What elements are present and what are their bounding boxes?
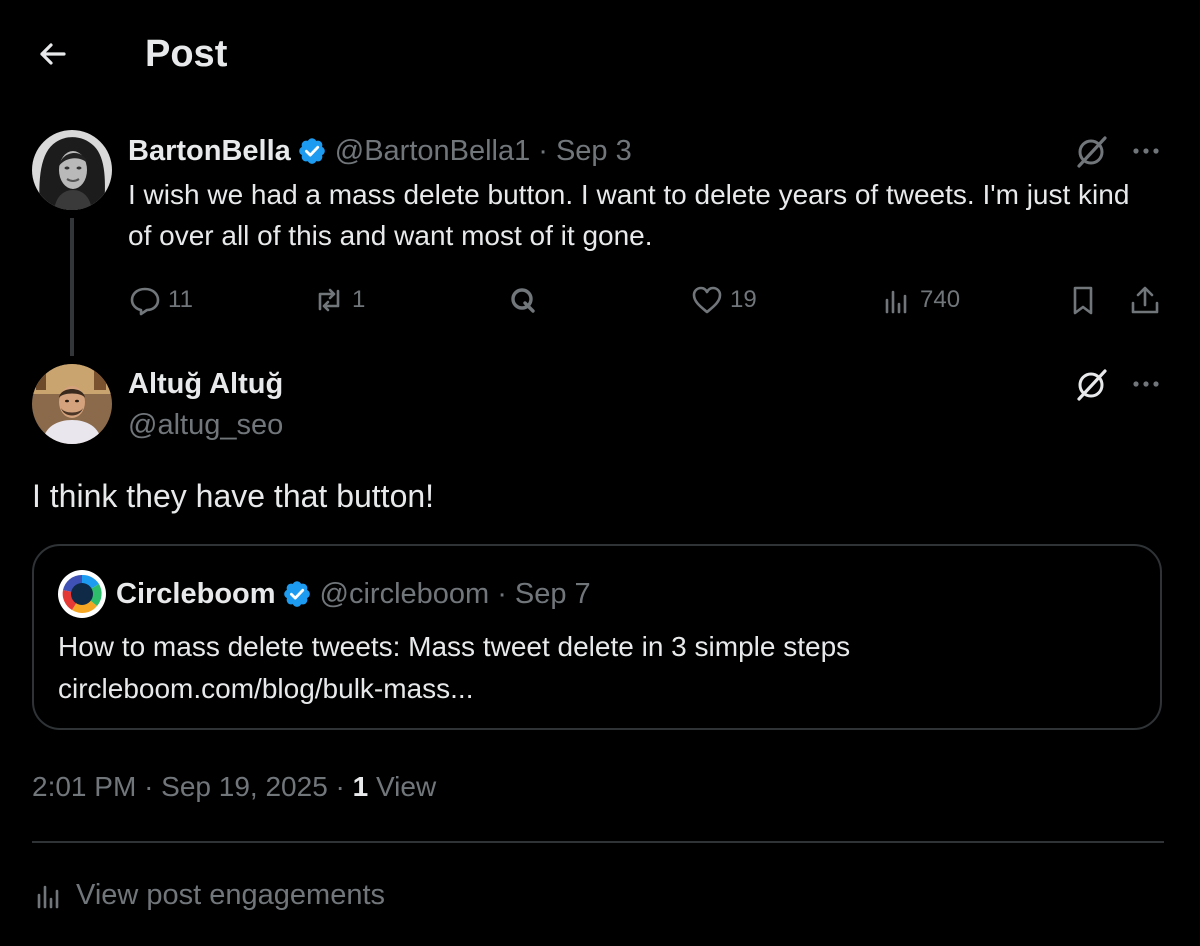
post-meta: 2:01 PM · Sep 19, 2025 · 1 View — [32, 766, 436, 808]
post-views-label: View — [376, 771, 437, 802]
repost-icon — [318, 288, 340, 312]
like-count: 19 — [730, 286, 757, 313]
repost-count: 1 — [352, 286, 366, 313]
parent-tweet-text: I wish we had a mass delete button. I wa… — [128, 179, 1130, 251]
parent-timestamp[interactable]: Sep 3 — [556, 135, 632, 168]
analytics-icon — [37, 885, 59, 909]
reply-display-name[interactable]: Altuğ Altuğ — [128, 363, 283, 405]
views-count: 740 — [920, 286, 961, 313]
quoted-handle[interactable]: @circleboom — [320, 578, 490, 611]
quoted-text-line: How to mass delete tweets: Mass tweet de… — [58, 631, 851, 662]
quoted-tweet-text: How to mass delete tweets: Mass tweet de… — [58, 626, 1138, 710]
separator-dot: · — [497, 577, 507, 610]
post-date[interactable]: Sep 19, 2025 — [161, 771, 328, 802]
share-icon — [1131, 286, 1159, 314]
parent-display-name[interactable]: BartonBella — [128, 135, 291, 168]
circleboom-avatar — [58, 570, 106, 618]
separator-dot: · — [538, 134, 548, 167]
back-button[interactable] — [30, 32, 74, 76]
quoted-link-text[interactable]: circleboom.com/blog/bulk-mass... — [58, 668, 1138, 710]
quoted-tweet-header: Circleboom @circleboom · Sep 7 — [116, 574, 591, 614]
analytics-icon — [885, 290, 907, 314]
reply-button[interactable]: 11 — [128, 278, 193, 322]
more-options-icon[interactable] — [1128, 366, 1164, 402]
views-button[interactable]: 740 — [880, 278, 960, 322]
separator-dot: · — [144, 771, 154, 802]
share-button[interactable] — [1128, 278, 1162, 322]
bartonbella-avatar[interactable] — [32, 130, 112, 210]
grok-icon[interactable] — [1074, 133, 1110, 169]
reply-handle[interactable]: @altug_seo — [128, 404, 283, 446]
arrow-left-icon — [40, 43, 66, 65]
view-engagements-label: View post engagements — [76, 878, 386, 911]
quote-grok-button[interactable] — [506, 278, 540, 322]
thread-connector — [70, 218, 74, 356]
bookmark-button[interactable] — [1066, 278, 1100, 322]
separator-dot: · — [335, 771, 345, 802]
divider — [32, 841, 1164, 843]
like-button[interactable]: 19 — [690, 278, 757, 322]
reply-tweet-text: I think they have that button! — [32, 478, 435, 514]
more-options-icon[interactable] — [1128, 133, 1164, 169]
view-engagements-button[interactable]: View post engagements — [32, 872, 385, 918]
repost-button[interactable]: 1 — [312, 278, 365, 322]
quoted-timestamp[interactable]: Sep 7 — [515, 578, 591, 611]
post-time[interactable]: 2:01 PM — [32, 771, 136, 802]
heart-icon — [692, 286, 722, 314]
altug-avatar[interactable] — [32, 364, 112, 444]
quoted-display-name[interactable]: Circleboom — [116, 578, 276, 611]
grok-icon[interactable] — [1074, 366, 1110, 402]
verified-badge-icon — [282, 579, 312, 609]
page-title: Post — [145, 33, 228, 75]
grok-q-icon — [511, 288, 535, 313]
verified-badge-icon — [297, 136, 327, 166]
reply-icon — [130, 287, 160, 316]
parent-tweet-header: BartonBella @BartonBella1 · Sep 3 — [128, 131, 632, 171]
bookmark-icon — [1073, 286, 1093, 315]
parent-handle[interactable]: @BartonBella1 — [335, 135, 531, 168]
post-views-count: 1 — [352, 771, 369, 802]
parent-action-bar: 11 1 19 740 — [128, 278, 1168, 322]
reply-count: 11 — [168, 286, 193, 313]
